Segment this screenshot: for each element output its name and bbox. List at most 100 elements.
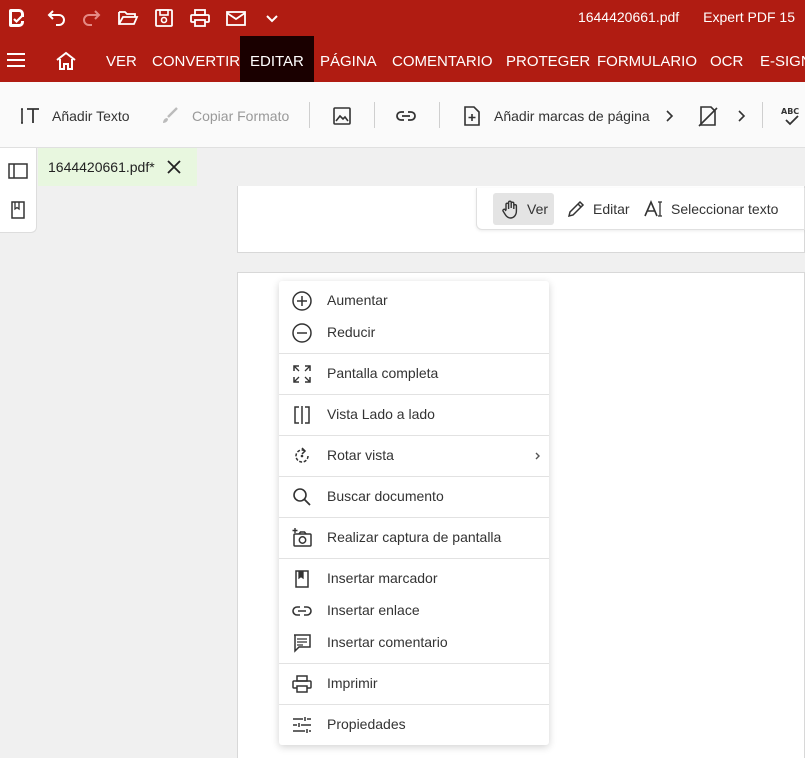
menu-item-insert-link[interactable]: Insertar enlace [279,596,549,626]
tab-convertir[interactable]: CONVERTIR [152,36,240,82]
brush-icon [163,107,178,123]
hamburger-menu-icon[interactable] [6,50,26,70]
menu-item-label: Imprimir [327,675,378,691]
menu-item-label: Vista Lado a lado [327,406,435,422]
menu-item-label: Pantalla completa [327,365,439,381]
menu-divider [279,558,549,559]
menu-item-side-by-side[interactable]: Vista Lado a lado [279,400,549,430]
add-image-button[interactable] [330,103,364,129]
redo-icon[interactable] [80,6,104,30]
context-menu: Aumentar Reducir Pantalla completa Vista… [279,281,549,745]
close-icon[interactable] [165,158,183,176]
select-text-label: Seleccionar texto [671,201,779,217]
window-title: 1644420661.pdf Expert PDF 15 [578,9,795,25]
toolbar-more-button[interactable] [664,103,686,129]
menu-bar: VER CONVERTIR EDITAR PÁGINA COMENTARIO P… [0,36,805,82]
menu-item-label: Realizar captura de pantalla [327,529,502,545]
menu-item-label: Insertar comentario [327,634,448,650]
properties-icon [291,714,313,736]
view-mode-label: Ver [527,201,549,217]
svg-text:ABC: ABC [781,107,799,116]
text-cursor-icon [644,199,662,217]
home-icon[interactable] [54,49,78,73]
add-text-label: Añadir Texto [52,108,130,124]
menu-item-print[interactable]: Imprimir [279,669,549,699]
edit-mode-label: Editar [593,201,630,217]
select-text-button[interactable]: Seleccionar texto [637,193,784,225]
add-bookmarks-button[interactable]: Añadir marcas de página [460,103,650,129]
bookmark-panel-icon[interactable] [7,199,29,221]
chevron-right-icon [666,110,674,122]
add-page-icon [464,106,480,126]
chevron-down-icon[interactable] [260,6,284,30]
tab-formulario[interactable]: FORMULARIO [597,36,697,82]
tab-ocr[interactable]: OCR [710,36,743,82]
tab-proteger[interactable]: PROTEGER [506,36,590,82]
tab-ver[interactable]: VER [106,36,137,82]
comment-icon [291,632,313,654]
view-mode-button[interactable]: Ver [493,193,555,225]
tab-e-sign[interactable]: E-SIGN [760,36,805,82]
edit-mode-button[interactable]: Editar [559,193,636,225]
menu-item-properties[interactable]: Propiedades [279,710,549,740]
zoom-out-icon [291,322,313,344]
menu-item-screenshot[interactable]: Realizar captura de pantalla [279,523,549,553]
menu-item-label: Propiedades [327,716,406,732]
menu-divider [279,663,549,664]
add-text-button[interactable]: Añadir Texto [18,103,130,129]
document-tab[interactable]: 1644420661.pdf* [38,148,197,186]
toolbar-divider [309,102,310,128]
menu-divider [279,435,549,436]
menu-divider [279,353,549,354]
title-filename: 1644420661.pdf [577,9,680,25]
tab-editar[interactable]: EDITAR [240,36,314,82]
menu-divider [279,704,549,705]
save-icon[interactable] [152,6,176,30]
zoom-in-icon [291,290,313,312]
menu-item-zoom-out[interactable]: Reducir [279,318,549,348]
edit-toolbar: Añadir Texto Copiar Formato Añadir marca… [0,82,805,148]
print-icon[interactable] [188,6,212,30]
menu-divider [279,476,549,477]
panel-toggle-icon[interactable] [7,160,29,182]
menu-item-label: Aumentar [327,292,388,308]
side-by-side-icon [291,404,313,426]
tab-comentario[interactable]: COMENTARIO [392,36,493,82]
document-tab-label: 1644420661.pdf* [48,159,155,175]
menu-item-insert-comment[interactable]: Insertar comentario [279,628,549,658]
chevron-right-icon [738,110,746,122]
menu-item-label: Reducir [327,324,376,340]
copy-format-button[interactable]: Copiar Formato [158,103,289,129]
open-folder-icon[interactable] [116,6,140,30]
spellcheck-button[interactable]: ABC [780,103,805,129]
undo-icon[interactable] [44,6,68,30]
menu-item-zoom-in[interactable]: Aumentar [279,286,549,316]
mail-icon[interactable] [224,6,248,30]
title-bar: 1644420661.pdf Expert PDF 15 [0,0,805,36]
menu-divider [279,394,549,395]
menu-divider [279,517,549,518]
menu-item-insert-bookmark[interactable]: Insertar marcador [279,564,549,594]
print-icon [291,673,313,695]
tab-pagina[interactable]: PÁGINA [320,36,377,82]
app-logo-icon[interactable] [4,6,28,30]
hand-icon [502,200,518,219]
add-link-button[interactable] [394,103,428,129]
menu-item-fullscreen[interactable]: Pantalla completa [279,359,549,389]
chevron-right-icon [533,448,543,464]
side-panel [0,148,37,233]
pencil-icon [567,200,585,218]
fullscreen-icon [291,363,313,385]
image-icon [333,107,351,125]
toolbar-more-button-2[interactable] [736,103,758,129]
link-icon [396,111,416,121]
menu-item-label: Insertar marcador [327,570,438,586]
menu-item-label: Buscar documento [327,488,444,504]
screenshot-icon [291,527,313,549]
copy-format-label: Copiar Formato [192,108,290,124]
erase-page-button[interactable] [696,103,730,129]
view-mode-bar: Ver Editar Seleccionar texto [476,188,805,230]
menu-item-search-document[interactable]: Buscar documento [279,482,549,512]
menu-item-rotate-view[interactable]: Rotar vista [279,441,549,471]
menu-item-label: Insertar enlace [327,602,420,618]
